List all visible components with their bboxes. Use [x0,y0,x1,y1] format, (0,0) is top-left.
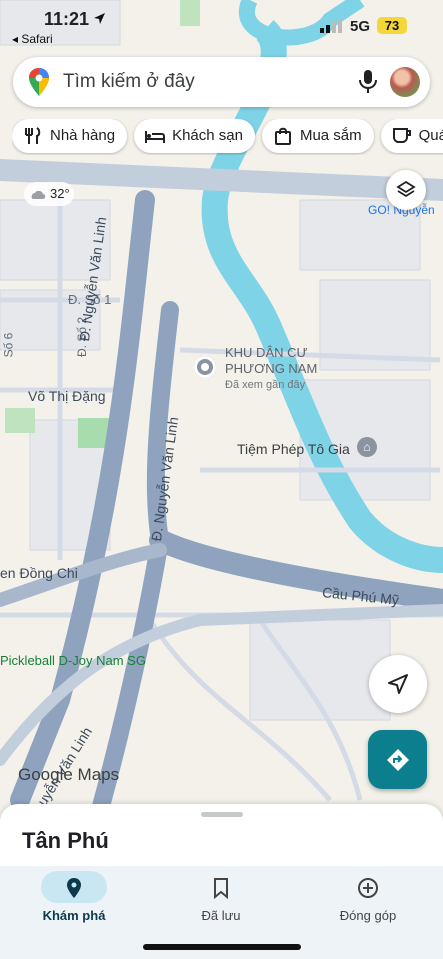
chip-label: Quán [418,127,443,144]
map-label-so-6: Số 6 [1,332,16,358]
chip-hotels[interactable]: Khách sạn [134,119,255,153]
battery-indicator: 73 [377,17,407,34]
back-to-safari[interactable]: ◂ Safari [12,32,53,46]
weather-temp: 32° [50,186,70,201]
cloud-icon [31,190,46,199]
chip-label: Khách sạn [172,127,243,144]
status-time: 11:21 [44,9,90,29]
tab-explore[interactable]: Khám phá [0,866,148,936]
tab-saved[interactable]: Đã lưu [147,866,295,936]
place-pin-dot [201,363,209,371]
weather-badge[interactable]: 32° [24,182,74,206]
tab-label: Đóng góp [339,908,397,923]
tab-contribute[interactable]: Đóng góp [294,866,442,936]
shopping-bag-icon [274,127,291,145]
map-label-tiem-phep[interactable]: Tiệm Phép Tô Gia [237,441,350,457]
avatar[interactable] [390,67,420,97]
chip-cafes[interactable]: Quán [380,119,443,153]
my-location-button[interactable] [369,655,427,713]
bookmark-icon [214,878,228,900]
status-bar: 11:21 ◂ Safari 5G 73 [0,0,443,48]
bed-icon [145,131,166,143]
coffee-cup-icon [392,128,411,143]
google-maps-pin-icon [29,68,49,96]
layers-icon [396,180,416,198]
directions-button[interactable] [368,730,427,789]
tab-label: Khám phá [42,908,106,923]
navigation-arrow-icon [388,674,408,694]
tab-label: Đã lưu [201,908,241,923]
chip-shopping[interactable]: Mua sắm [261,119,374,153]
map-label-phuong-nam[interactable]: PHƯƠNG NAM [225,361,317,376]
landmark-icon[interactable]: ⌂ [357,437,377,457]
chip-label: Mua sắm [299,127,362,144]
directions-icon [387,749,409,771]
home-indicator [143,944,301,950]
sheet-drag-handle[interactable] [201,812,243,817]
map-label-pickleball[interactable]: Pickleball D-Joy Nam SG [0,653,146,668]
search-bar[interactable]: Tìm kiếm ở đây [13,57,430,107]
map-label-da-xem: Đã xem gần đây [225,379,306,391]
google-maps-logo: Google Maps [18,765,120,784]
add-circle-icon [358,878,378,898]
explore-pin-icon [67,878,81,898]
location-arrow-icon [94,13,105,24]
place-title: Tân Phú [22,828,109,853]
microphone-icon[interactable] [358,69,378,95]
map-label-khu-dan-cu[interactable]: KHU DÂN CƯ [225,345,308,360]
chip-restaurants[interactable]: Nhà hàng [12,119,128,153]
signal-icon [320,19,342,33]
map-label-dong-chi: en Đồng Chi [0,565,78,581]
map-label-vo-thi-dang: Võ Thị Đặng [28,388,106,404]
chip-label: Nhà hàng [50,127,116,144]
network-label: 5G [350,18,371,35]
category-chips: Nhà hàng Khách sạn Mua sắm Quán [12,119,443,155]
place-pin[interactable] [194,356,216,378]
layers-button[interactable] [386,170,426,210]
search-input[interactable]: Tìm kiếm ở đây [63,71,195,93]
fork-knife-icon [25,127,41,144]
